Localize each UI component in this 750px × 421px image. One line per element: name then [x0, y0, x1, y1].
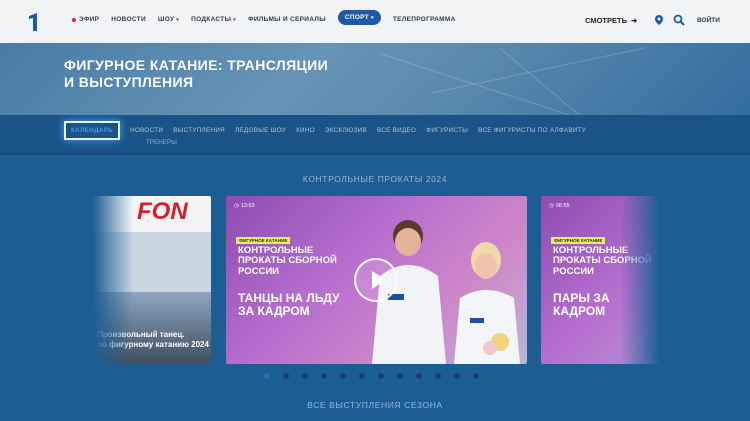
main-nav: ЭФИР НОВОСТИ ШОУ ▾ ПОДКАСТЫ ▾ ФИЛЬМЫ И СЕР… [72, 10, 468, 25]
carousel-dot[interactable] [397, 373, 403, 379]
nav-item-sport[interactable]: СПОРТ ▾ [337, 10, 381, 25]
nav-label: ШОУ [157, 16, 175, 23]
nav-label: СПОРТ [344, 14, 370, 21]
carousel-dot[interactable] [416, 373, 422, 379]
nav-item-live[interactable]: ЭФИР [72, 16, 99, 23]
ice-scratch [499, 48, 623, 115]
nav-item-news[interactable]: НОВОСТИ [111, 16, 146, 23]
clock-icon: ◷ [549, 203, 554, 209]
login-button[interactable]: ВОЙТИ [697, 17, 720, 24]
nav-label: ФИЛЬМЫ И СЕРИАЛЫ [247, 16, 326, 23]
top-header: ЭФИР НОВОСТИ ШОУ ▾ ПОДКАСТЫ ▾ ФИЛЬМЫ И СЕР… [0, 0, 750, 43]
channel-one-logo[interactable] [26, 12, 42, 32]
tab-all-skaters-alphabetical[interactable]: ВСЕ ФИГУРИСТЫ ПО АЛФАВИТУ [478, 127, 586, 134]
watch-label: СМОТРЕТЬ [585, 16, 627, 25]
carousel-fade-right [620, 196, 660, 364]
video-duration: ◷ 06:55 [549, 203, 570, 209]
tab-coaches[interactable]: ТРЕНЕРЫ [146, 139, 177, 146]
ice-scratch [379, 53, 571, 115]
tabs-row: КАЛЕНДАРЬ НОВОСТИ ВЫСТУПЛЕНИЯ ЛЕДОВЫЕ ШО… [64, 121, 596, 140]
carousel-section-title: КОНТРОЛЬНЫЕ ПРОКАТЫ 2024 [302, 174, 448, 184]
chevron-down-icon: ▾ [371, 14, 374, 21]
watch-button[interactable]: СМОТРЕТЬ ➜ [585, 16, 637, 25]
tab-skaters[interactable]: ФИГУРИСТЫ [426, 127, 468, 134]
video-duration: ◷ 13:03 [234, 203, 255, 209]
play-button[interactable] [354, 258, 398, 302]
carousel-dot[interactable] [378, 373, 384, 379]
clock-icon: ◷ [234, 203, 239, 209]
ice-scratch [429, 47, 646, 94]
nav-label: ТЕЛЕПРОГРАММА [392, 16, 456, 23]
video-card-main[interactable]: ◷ 13:03 ФИГУРНОЕ КАТАНИЕ КОНТРОЛЬНЫЕ ПРО… [226, 196, 527, 364]
tab-ice-shows[interactable]: ЛЕДОВЫЕ ШОУ [235, 127, 286, 134]
page-title-line: И ВЫСТУПЛЕНИЯ [64, 74, 194, 90]
search-icon[interactable] [673, 14, 685, 26]
carousel-dot[interactable] [321, 373, 327, 379]
nav-item-tv-guide[interactable]: ТЕЛЕПРОГРАММА [393, 16, 456, 23]
all-performances-title: ВСЕ ВЫСТУПЛЕНИЯ СЕЗОНА [307, 400, 443, 410]
carousel-dot[interactable] [359, 373, 365, 379]
carousel-dot[interactable] [454, 373, 460, 379]
tabs-divider [0, 153, 750, 155]
nav-item-podcasts[interactable]: ПОДКАСТЫ ▾ [191, 16, 236, 23]
live-dot-icon [72, 17, 76, 22]
banner-logo-text: FON [137, 198, 188, 225]
nav-item-shows[interactable]: ШОУ ▾ [158, 16, 179, 23]
carousel-dot[interactable] [340, 373, 346, 379]
tab-calendar[interactable]: КАЛЕНДАРЬ [64, 121, 121, 140]
nav-item-films[interactable]: ФИЛЬМЫ И СЕРИАЛЫ [248, 16, 326, 23]
carousel-fade-left [93, 196, 133, 364]
video-subtitle: КОНТРОЛЬНЫЕ ПРОКАТЫ СБОРНОЙ РОССИИ [238, 245, 337, 277]
video-title: ТАНЦЫ НА ЛЬДУ ЗА КАДРОМ [238, 291, 340, 319]
location-pin-icon[interactable] [653, 14, 665, 26]
carousel-dot[interactable] [264, 373, 270, 379]
tab-performances[interactable]: ВЫСТУПЛЕНИЯ [173, 127, 225, 134]
tab-movies[interactable]: КИНО [296, 127, 315, 134]
carousel-dot[interactable] [473, 373, 479, 379]
duration-text: 06:55 [555, 203, 570, 209]
hero-banner: ФИГУРНОЕ КАТАНИЕ: ТРАНСЛЯЦИИ И ВЫСТУПЛЕН… [0, 43, 750, 115]
carousel-pagination [264, 373, 479, 379]
carousel-dot[interactable] [302, 373, 308, 379]
page-title-line: ФИГУРНОЕ КАТАНИЕ: ТРАНСЛЯЦИИ [64, 57, 329, 73]
chevron-down-icon: ▾ [233, 16, 236, 23]
nav-label: НОВОСТИ [111, 16, 146, 23]
category-tag: ФИГУРНОЕ КАТАНИЕ [236, 237, 291, 244]
chevron-down-icon: ▾ [176, 16, 180, 23]
nav-label: ПОДКАСТЫ [191, 16, 232, 23]
arrow-right-icon: ➜ [630, 16, 638, 25]
carousel-dot[interactable] [435, 373, 441, 379]
section-tabs: КАЛЕНДАРЬ НОВОСТИ ВЫСТУПЛЕНИЯ ЛЕДОВЫЕ ШО… [0, 115, 750, 155]
tab-exclusive[interactable]: ЭКСКЛЮЗИВ [325, 127, 367, 134]
category-tag: ФИГУРНОЕ КАТАНИЕ [551, 237, 606, 244]
nav-label: ЭФИР [79, 16, 100, 23]
duration-text: 13:03 [240, 203, 255, 209]
tab-news[interactable]: НОВОСТИ [130, 127, 163, 134]
page-title: ФИГУРНОЕ КАТАНИЕ: ТРАНСЛЯЦИИ И ВЫСТУПЛЕН… [64, 57, 394, 91]
carousel-dot[interactable] [283, 373, 289, 379]
tab-all-videos[interactable]: ВСЕ ВИДЕО [377, 127, 416, 134]
